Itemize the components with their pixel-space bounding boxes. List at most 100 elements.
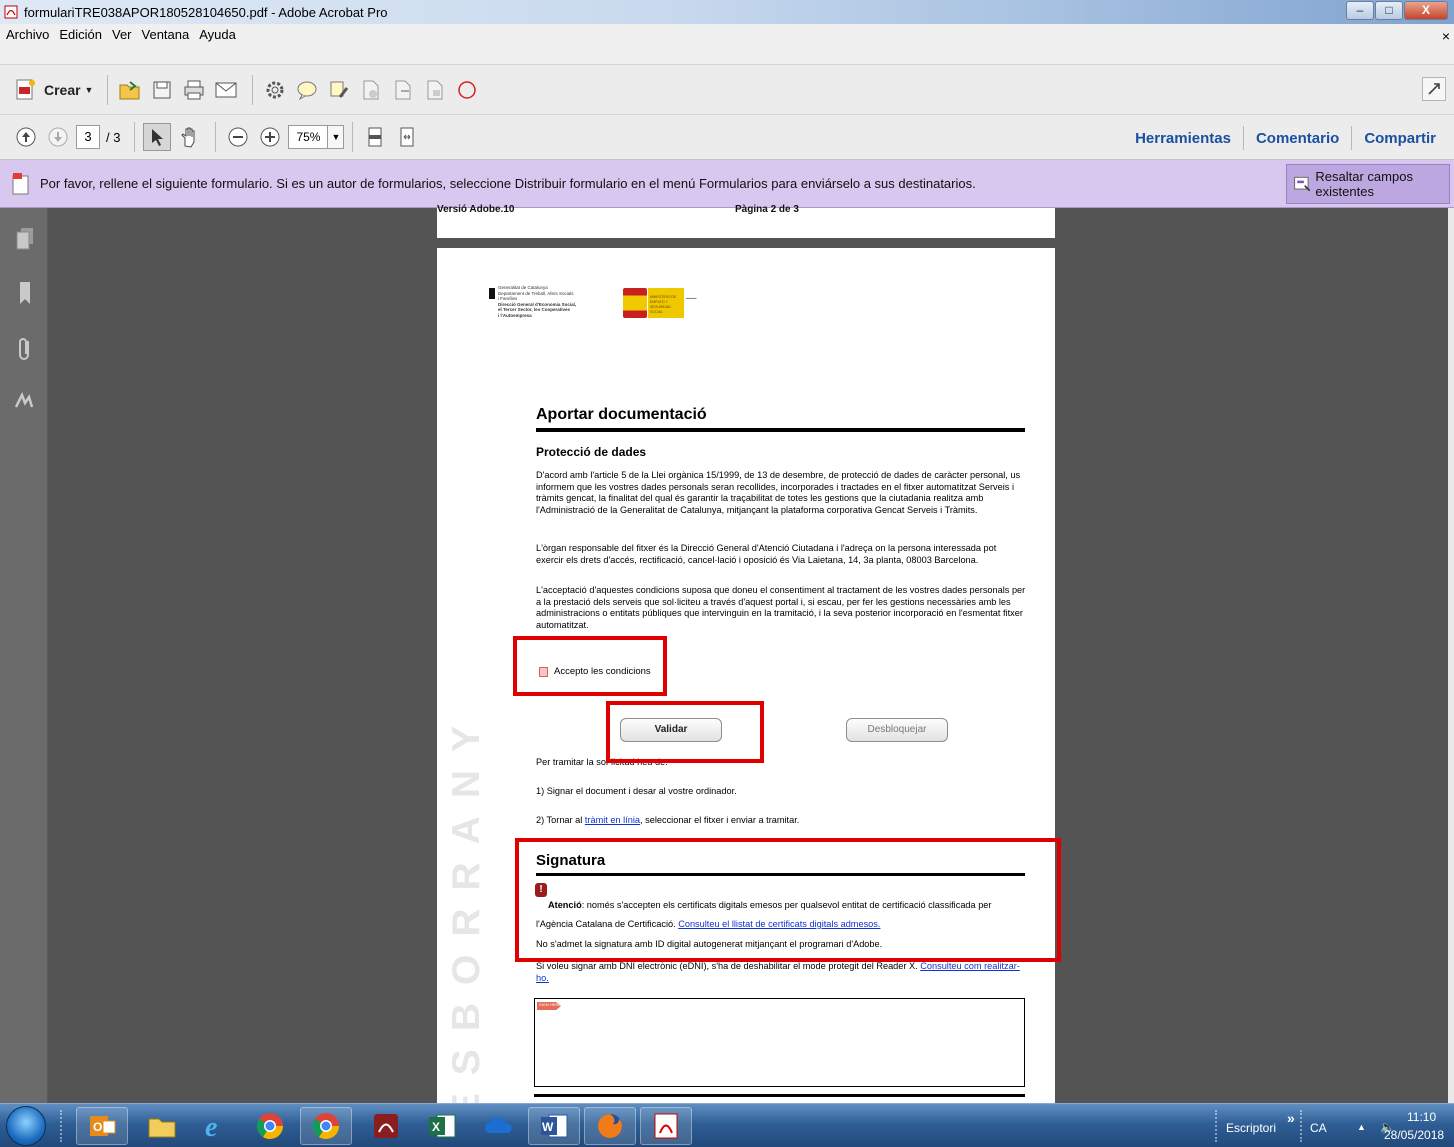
maximize-button[interactable]: □: [1375, 1, 1403, 20]
word-icon[interactable]: W: [528, 1107, 580, 1145]
onedrive-cloud-icon[interactable]: [472, 1107, 524, 1145]
bottom-rule: [534, 1094, 1025, 1097]
page-combine-icon[interactable]: [421, 76, 449, 104]
svg-text:e: e: [205, 1112, 217, 1141]
protection-paragraph-3: L'acceptació d'aquestes condicions supos…: [536, 585, 1026, 631]
acrobat-reader-icon[interactable]: [640, 1107, 692, 1145]
tramit-en-linia-link[interactable]: tràmit en línia: [585, 815, 640, 825]
outlook-icon[interactable]: O: [76, 1107, 128, 1145]
internet-explorer-icon[interactable]: e: [190, 1107, 242, 1145]
menu-ver[interactable]: Ver: [112, 27, 132, 42]
dni-note: Si voleu signar amb DNI electrònic (eDNI…: [536, 961, 1026, 984]
ministerio-secondary-mark: ▬▬▬: [686, 296, 697, 300]
vertical-scrollbar[interactable]: [1448, 208, 1454, 1103]
firefox-icon[interactable]: [584, 1107, 636, 1145]
select-tool-icon[interactable]: [143, 123, 172, 151]
signatura-title: Signatura: [536, 852, 606, 869]
herramientas-link[interactable]: Herramientas: [1123, 130, 1243, 147]
comment-bubble-icon[interactable]: [293, 76, 321, 104]
email-icon[interactable]: [212, 76, 240, 104]
toolbar-separator: [134, 122, 136, 152]
chrome-icon[interactable]: [244, 1107, 296, 1145]
taskbar-grip: [60, 1110, 64, 1142]
chrome-icon[interactable]: [300, 1107, 352, 1145]
toolbar-separator: [107, 74, 109, 105]
signature-field[interactable]: SIGN HERE: [534, 998, 1025, 1087]
desktop-toolbar-label[interactable]: Escriptori: [1226, 1121, 1276, 1135]
tramitar-intro: Per tramitar la sol·licitud heu de:: [536, 757, 668, 767]
toolbar-separator: [252, 74, 254, 105]
settings-gear-icon[interactable]: [261, 76, 289, 104]
hand-tool-icon[interactable]: [175, 123, 203, 151]
page-tools-icon[interactable]: [357, 76, 385, 104]
title-rule: [536, 428, 1025, 432]
start-button[interactable]: [6, 1106, 46, 1146]
excel-icon[interactable]: X: [416, 1107, 468, 1145]
form-icon: [12, 172, 29, 194]
menu-archivo[interactable]: Archivo: [6, 27, 49, 42]
desbloquejar-button[interactable]: Desbloquejar: [846, 718, 948, 742]
resaltar-campos-button[interactable]: Resaltar campos existentes: [1286, 164, 1450, 204]
zoom-out-icon[interactable]: [224, 123, 252, 151]
fit-width-icon[interactable]: [393, 123, 421, 151]
taskbar-grip: [1215, 1110, 1219, 1142]
toolbar-separator: [215, 122, 217, 152]
toolbar-chevron-icon[interactable]: »: [1287, 1110, 1295, 1126]
menu-ayuda[interactable]: Ayuda: [199, 27, 236, 42]
step-2-prefix: 2) Tornar al: [536, 815, 585, 825]
previous-page-icon[interactable]: [12, 123, 40, 151]
clock-time[interactable]: 11:10: [1407, 1110, 1436, 1124]
save-icon[interactable]: [148, 76, 176, 104]
zoom-in-icon[interactable]: [256, 123, 284, 151]
zoom-dropdown-icon[interactable]: ▼: [328, 125, 345, 149]
page-number-input[interactable]: 3: [76, 125, 100, 149]
logo-line: i l'Autoempresa: [498, 312, 532, 318]
menu-ventana[interactable]: Ventana: [142, 27, 190, 42]
sign-here-tag: SIGN HERE: [537, 1002, 561, 1010]
step-1: 1) Signar el document i desar al vostre …: [536, 786, 737, 796]
chevron-down-icon: ▼: [84, 84, 94, 95]
attachments-paperclip-icon[interactable]: [14, 336, 36, 362]
print-icon[interactable]: [180, 76, 208, 104]
menu-edicion[interactable]: Edición: [59, 27, 102, 42]
taskbar-grip: [1300, 1110, 1304, 1142]
minimize-button[interactable]: –: [1346, 1, 1374, 20]
stop-circle-icon[interactable]: [453, 76, 481, 104]
dni-text: Si voleu signar amb DNI electrònic (eDNI…: [536, 961, 921, 971]
close-button[interactable]: X: [1404, 1, 1448, 20]
show-hidden-icons-icon[interactable]: ▲: [1357, 1122, 1366, 1132]
expand-icon[interactable]: [1422, 77, 1446, 101]
menu-bar: Archivo Edición Ver Ventana Ayuda ×: [0, 24, 1454, 64]
bookmarks-icon[interactable]: [14, 280, 36, 306]
validar-button[interactable]: Validar: [620, 718, 722, 742]
file-explorer-icon[interactable]: [136, 1107, 188, 1145]
toolbar-separator: [352, 122, 354, 152]
zoom-level-input[interactable]: 75%: [288, 125, 329, 149]
page-thumbnails-icon[interactable]: [14, 226, 36, 252]
comentario-link[interactable]: Comentario: [1244, 130, 1351, 147]
windows-taskbar: O e X W Escriptori » CA ▲ 🔈 11:10 28/05/…: [0, 1103, 1454, 1147]
next-page-icon[interactable]: [44, 123, 72, 151]
section-subtitle: Protecció de dades: [536, 445, 647, 459]
previous-page-footer: Versió Adobe.10 Pàgina 2 de 3: [437, 204, 1055, 238]
crear-button[interactable]: Crear ▼: [44, 82, 93, 98]
signatures-icon[interactable]: [14, 388, 36, 414]
accepto-checkbox[interactable]: [539, 667, 548, 677]
atencio-bold: Atenció: [548, 900, 582, 910]
page-export-icon[interactable]: [389, 76, 417, 104]
fit-page-icon[interactable]: [361, 123, 389, 151]
certificats-link[interactable]: Consulteu el llistat de certificats digi…: [678, 919, 880, 929]
open-folder-icon[interactable]: [116, 76, 144, 104]
clock-date[interactable]: 28/05/2018: [1384, 1128, 1444, 1142]
title-bar: formulariTRE038APOR180528104650.pdf - Ad…: [0, 0, 1454, 24]
compartir-link[interactable]: Compartir: [1352, 130, 1448, 147]
menu-close-button[interactable]: ×: [1442, 28, 1450, 44]
svg-text:X: X: [432, 1120, 440, 1134]
create-pdf-icon[interactable]: [12, 76, 40, 104]
highlight-icon[interactable]: [325, 76, 353, 104]
acrobat-pro-icon[interactable]: [360, 1107, 412, 1145]
language-indicator[interactable]: CA: [1310, 1121, 1327, 1135]
page-label: Pàgina 2 de 3: [735, 204, 799, 215]
form-message: Por favor, rellene el siguiente formular…: [40, 176, 976, 191]
navigation-toolbar: 3 / 3 75% ▼ Herramientas Comentario Comp…: [0, 114, 1454, 160]
